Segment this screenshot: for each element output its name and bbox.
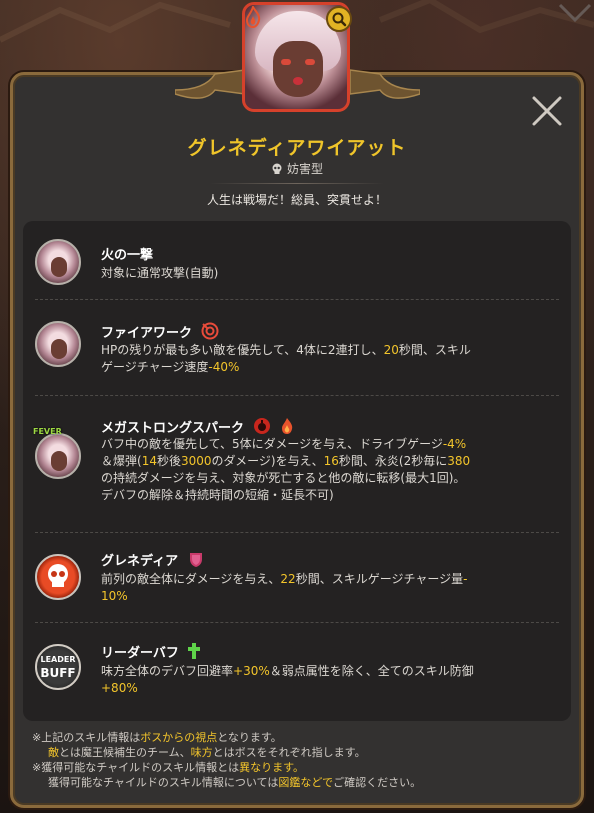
skill-list: 火の一撃 対象に通常攻撃(自動) ファイアワーク HPの残りが最も多い敵を優先し…: [23, 221, 571, 721]
description-text: デバフの解除＆持続時間の短縮・延長不可): [101, 488, 334, 502]
skill-name: 火の一撃: [101, 248, 154, 263]
leader-buff-icon: LEADER BUFF: [35, 644, 81, 690]
skill-description: 前列の敵全体にダメージを与え、22秒間、スキルゲージチャージ量- 10%: [101, 571, 495, 605]
skill-item: グレネディア 前列の敵全体にダメージを与え、22秒間、スキルゲージチャージ量- 1…: [35, 547, 559, 607]
highlight-value: -: [463, 572, 468, 586]
character-portrait-frame: [238, 2, 356, 116]
description-text: 秒後: [156, 454, 181, 468]
highlight-value: 16: [323, 454, 339, 468]
green-cross-icon: [188, 643, 201, 659]
skill-name: リーダーバフ: [101, 642, 201, 661]
description-text: ゲージチャージ速度: [101, 360, 209, 374]
character-portrait-icon: [35, 239, 81, 285]
fire-debuff-icon: [282, 418, 293, 434]
note-line: 獲得可能なチャイルドのスキル情報については図鑑などでご確認ください。: [48, 776, 422, 789]
highlight-value: 14: [141, 454, 157, 468]
description-text: HPの残りが最も多い敵を優先して、4体に2連打し、: [101, 343, 384, 357]
description-text: の持続ダメージを与え、対象が死亡すると他の敵に転移(最大1回)。: [101, 471, 466, 485]
shield-debuff-icon: [189, 553, 202, 567]
skill-notes: ※上記のスキル情報はボスからの視点となります。 敵とは魔王候補生のチーム、味方と…: [32, 730, 562, 790]
description-text: 秒間、スキルゲージチャージ量: [295, 572, 464, 586]
highlight-value: +80%: [101, 681, 138, 695]
skill-name: グレネディア: [101, 550, 205, 569]
description-text: バフ中の敵を優先して、5体にダメージを与え、ドライブゲージ: [101, 437, 443, 451]
left-frame-ornament-icon: [175, 69, 245, 99]
skill-name: メガストロングスパーク: [101, 417, 295, 436]
divider: [35, 299, 559, 300]
magnify-search-icon[interactable]: [326, 6, 352, 32]
skill-description: バフ中の敵を優先して、5体にダメージを与え、ドライブゲージ-4% ＆爆弾(14秒後…: [101, 436, 495, 504]
skill-item: ファイアワーク HPの残りが最も多い敵を優先して、4体に2連打し、20秒間、スキ…: [35, 319, 559, 379]
highlight-value: -40%: [208, 360, 240, 374]
note-line: ※上記のスキル情報はボスからの視点となります。: [32, 731, 282, 744]
buff-label: BUFF: [40, 666, 76, 680]
description-text: のダメージ)を与え、: [211, 454, 324, 468]
skill-description: 味方全体のデバフ回避率+30%＆弱点属性を除く、全てのスキル防御 +80%: [101, 663, 495, 697]
skull-icon: [35, 554, 81, 600]
target-debuff-icon: [201, 322, 219, 340]
highlight-value: 22: [280, 572, 296, 586]
skull-role-icon: [272, 163, 282, 174]
highlight-value: 380: [447, 454, 471, 468]
description-text: ＆爆弾(: [101, 454, 142, 468]
highlight-value: -4%: [442, 437, 467, 451]
note-line: ※獲得可能なチャイルドのスキル情報とは異なります。: [32, 761, 305, 774]
skill-item: LEADER BUFF リーダーバフ 味方全体のデバフ回避率+30%＆弱点属性を…: [35, 639, 559, 699]
skill-name: ファイアワーク: [101, 322, 219, 341]
divider: [35, 395, 559, 396]
divider: [35, 622, 559, 623]
highlight-value: 20: [383, 343, 399, 357]
fire-attribute-icon: [245, 6, 261, 28]
highlight-value: +30%: [233, 664, 270, 678]
fever-label: FEVER: [33, 427, 62, 436]
description-text: 秒間、スキル: [398, 343, 471, 357]
character-portrait-icon: [35, 433, 81, 479]
character-role: 妨害型: [0, 160, 594, 177]
description-text: 前列の敵全体にダメージを与え、: [101, 572, 281, 586]
highlight-value: 3000: [180, 454, 212, 468]
highlight-value: 10%: [101, 589, 128, 603]
character-portrait-icon: [35, 321, 81, 367]
bomb-debuff-icon: [253, 418, 270, 434]
skill-description: HPの残りが最も多い敵を優先して、4体に2連打し、20秒間、スキルゲージチャージ…: [101, 342, 495, 376]
divider: [210, 183, 384, 184]
leader-label: LEADER: [40, 655, 76, 664]
role-label: 妨害型: [286, 162, 323, 176]
character-tagline: 人生は戦場だ！総員、突貫せよ！: [206, 193, 387, 207]
character-name: グレネディアワイアット: [187, 137, 407, 159]
note-line: 敵とは魔王候補生のチーム、味方とはボスをそれぞれ指します。: [48, 746, 366, 759]
description-text: 味方全体のデバフ回避率: [101, 664, 234, 678]
divider: [35, 532, 559, 533]
skill-description: 対象に通常攻撃(自動): [101, 266, 219, 280]
right-frame-ornament-icon: [350, 69, 420, 99]
close-icon[interactable]: [528, 92, 566, 130]
skill-item: 火の一撃 対象に通常攻撃(自動): [35, 239, 559, 287]
description-text: ＆弱点属性を除く、全てのスキル防御: [269, 664, 474, 678]
description-text: 秒間、永炎(2秒毎に: [338, 454, 448, 468]
skill-item: FEVER メガストロングスパーク バフ中の敵を優先して、5体にダメージを与え、…: [33, 411, 559, 511]
